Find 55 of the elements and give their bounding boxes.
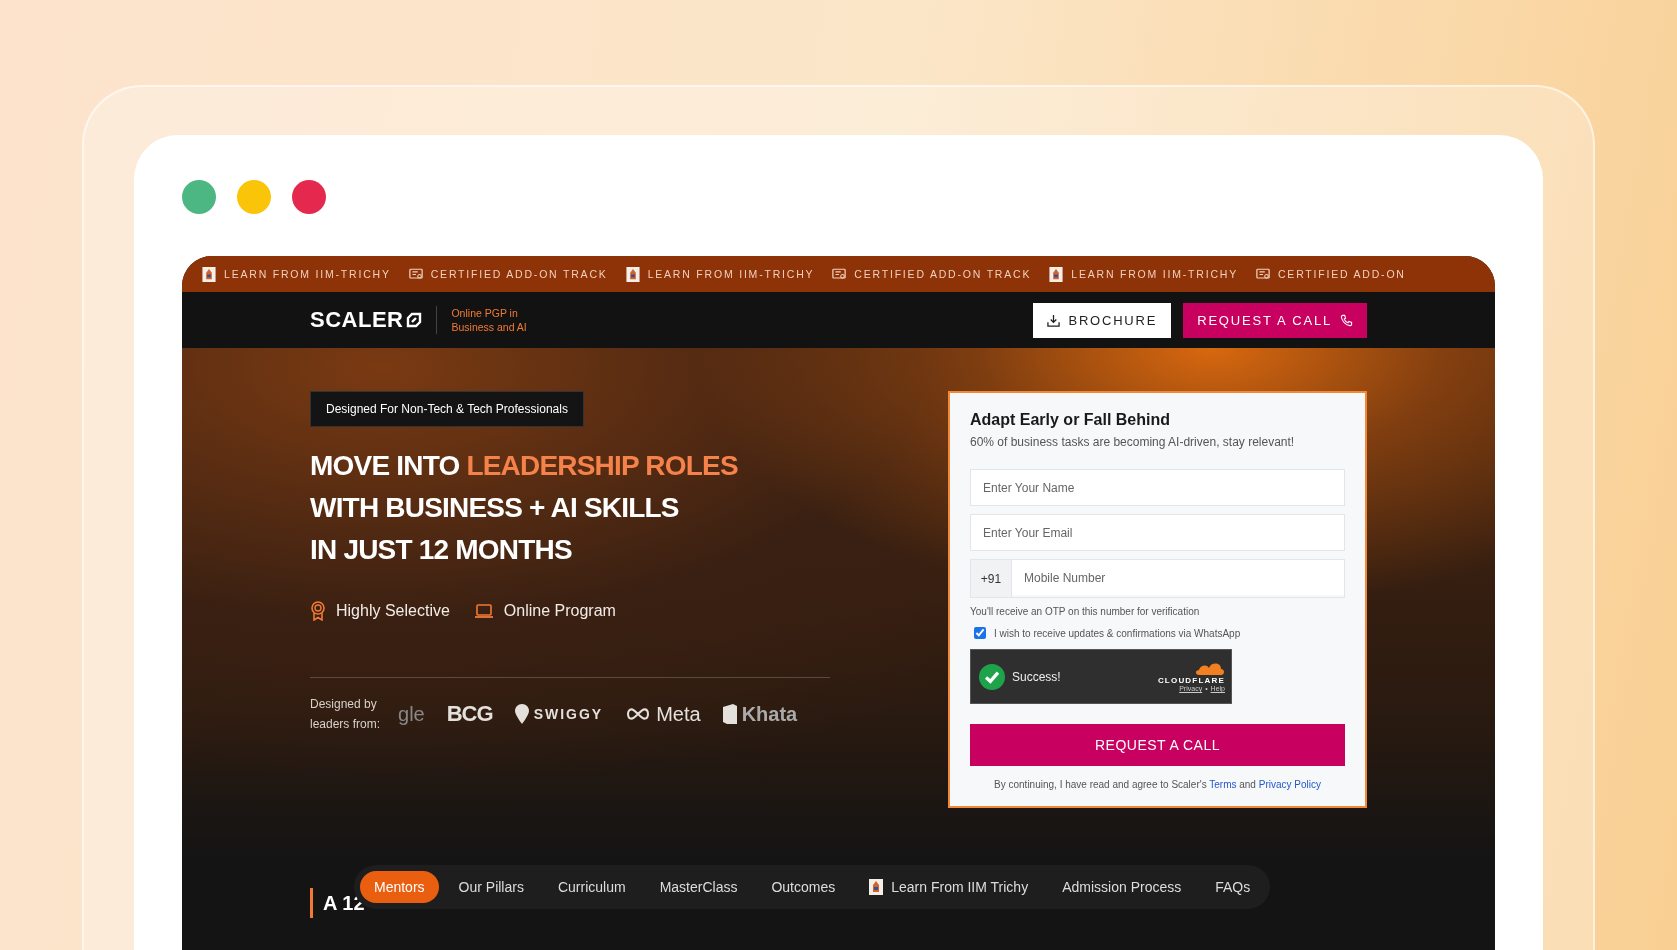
ticker-text: LEARN FROM IIM-TRICHY: [224, 268, 391, 280]
form-subtitle: 60% of business tasks are becoming AI-driven, stay relevant!: [970, 435, 1296, 449]
terms-link[interactable]: Terms: [1209, 779, 1237, 790]
certificate-icon: [408, 266, 423, 282]
certificate-icon: [832, 266, 847, 282]
leaders-label: Designed by leaders from:: [310, 696, 381, 733]
ticker-text: CERTIFIED ADD-ON: [1277, 268, 1406, 280]
country-code[interactable]: +91: [971, 560, 1012, 597]
captcha-status: Success!: [1012, 669, 1062, 684]
feature-text: Online Program: [503, 602, 616, 620]
whatsapp-checkbox[interactable]: [974, 627, 986, 639]
cloudflare-wordmark: CLOUDFLARE: [1157, 676, 1225, 685]
company-logo: gle: [398, 702, 425, 726]
scaler-logo[interactable]: SCALER: [310, 307, 404, 333]
company-logo: Meta: [656, 702, 701, 726]
infinity-icon: [625, 707, 652, 721]
logo-mark-icon: [406, 312, 423, 328]
award-icon: [310, 601, 326, 621]
otp-note: You'll receive an OTP on this number for verification: [970, 606, 1201, 617]
feature-text: Highly Selective: [336, 602, 450, 620]
ticker-text: LEARN FROM IIM-TRICHY: [647, 268, 815, 280]
company-logo: BCG: [446, 701, 493, 727]
submit-button[interactable]: REQUEST A CALL: [970, 724, 1345, 766]
mobile-input[interactable]: Mobile Number: [1012, 560, 1344, 595]
consent-text: By continuing, I have read and agree to Scaler's Terms and Privacy Policy: [993, 779, 1322, 790]
brochure-button[interactable]: BROCHURE: [1033, 302, 1172, 338]
audience-badge: Designed For Non-Tech & Tech Professionals: [310, 391, 584, 427]
ticker-text: LEARN FROM IIM-TRICHY: [1071, 268, 1238, 280]
window-control-dot[interactable]: [237, 180, 271, 214]
company-logo: Khata: [741, 702, 798, 726]
company-logo: SWIGGY: [533, 706, 604, 722]
ticker-text: CERTIFIED ADD-ON TRACK: [430, 268, 608, 280]
crest-icon: [869, 879, 884, 895]
crest-icon: [202, 266, 216, 282]
map-pin-icon: [514, 704, 529, 724]
whatsapp-label: I wish to receive updates & confirmations via WhatsApp: [994, 627, 1241, 639]
download-icon: [1047, 313, 1061, 327]
crest-icon: [1049, 266, 1064, 282]
cloud-icon: [1195, 661, 1225, 675]
ticker-text: CERTIFIED ADD-ON TRACK: [854, 268, 1032, 280]
book-icon: [722, 704, 737, 724]
privacy-policy-link[interactable]: Privacy Policy: [1258, 779, 1321, 790]
check-circle-icon: [979, 663, 1005, 690]
certificate-icon: [1255, 266, 1270, 282]
program-tagline: Online PGP in Business and AI: [451, 306, 527, 334]
laptop-icon: [473, 603, 494, 619]
hero-headline: MOVE INTO LEADERSHIP ROLES WITH BUSINESS + AI SKILLS IN JUST 12 MONTHS: [310, 449, 739, 567]
phone-icon: [1340, 313, 1353, 327]
window-control-dot[interactable]: [182, 180, 216, 214]
window-control-dot[interactable]: [292, 180, 326, 214]
request-call-button[interactable]: REQUEST A CALL: [1183, 302, 1367, 338]
crest-icon: [625, 266, 640, 282]
email-input[interactable]: Enter Your Email: [970, 514, 1345, 551]
form-title: Adapt Early or Fall Behind: [970, 411, 1172, 429]
name-input[interactable]: Enter Your Name: [970, 469, 1345, 506]
